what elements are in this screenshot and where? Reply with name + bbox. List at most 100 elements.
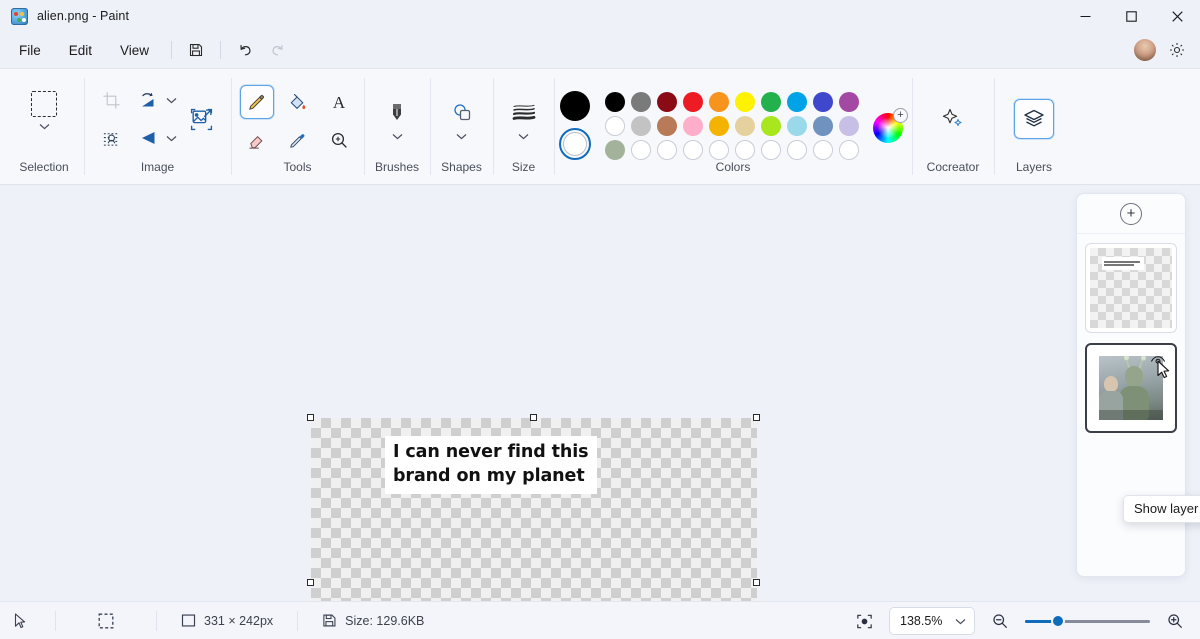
palette-swatch[interactable]: [605, 92, 625, 112]
palette-swatch[interactable]: [709, 116, 729, 136]
canvas-text-block: I can never find this brand on my planet: [385, 436, 597, 494]
palette-swatch[interactable]: [761, 92, 781, 112]
rectangular-selection-icon[interactable]: [31, 91, 57, 117]
gear-icon[interactable]: [1162, 36, 1192, 64]
crop-icon[interactable]: [95, 83, 129, 117]
palette-swatch-empty[interactable]: [761, 140, 781, 160]
rotate-dropdown[interactable]: [166, 93, 177, 107]
palette-swatch[interactable]: [735, 116, 755, 136]
layer-item-image[interactable]: [1085, 343, 1177, 433]
palette-swatch[interactable]: [631, 116, 651, 136]
resize-handle-top-left[interactable]: [307, 414, 314, 421]
palette-swatch-empty[interactable]: [735, 140, 755, 160]
palette-swatch-empty[interactable]: [813, 140, 833, 160]
palette-swatch-empty[interactable]: [709, 140, 729, 160]
brush-size-icon[interactable]: [504, 95, 544, 129]
color-wheel-button[interactable]: +: [873, 109, 907, 143]
palette-swatch[interactable]: [813, 116, 833, 136]
palette-swatch[interactable]: [787, 92, 807, 112]
resize-handle-middle-left[interactable]: [307, 579, 314, 586]
secondary-color-swatch[interactable]: [559, 128, 591, 160]
menu-file[interactable]: File: [6, 36, 54, 64]
palette-swatch[interactable]: [787, 116, 807, 136]
color-picker-icon[interactable]: [281, 123, 315, 157]
palette-swatch-empty[interactable]: [631, 140, 651, 160]
zoom-slider-thumb[interactable]: [1051, 614, 1065, 628]
palette-swatch[interactable]: [735, 92, 755, 112]
layer-item-text[interactable]: [1085, 243, 1177, 333]
palette-swatch-empty[interactable]: [657, 140, 677, 160]
fit-to-window-icon[interactable]: [849, 607, 879, 635]
ribbon-group-selection: Selection: [4, 69, 84, 184]
tools-grid: A: [237, 79, 358, 159]
flip-dropdown[interactable]: [166, 131, 177, 145]
primary-color-swatch[interactable]: [560, 91, 590, 121]
zoom-level-select[interactable]: 138.5%: [889, 607, 975, 635]
window-controls: [1062, 0, 1200, 32]
palette-swatch[interactable]: [605, 140, 625, 160]
shapes-dropdown[interactable]: [456, 129, 467, 143]
close-icon[interactable]: [1154, 0, 1200, 32]
minimize-icon[interactable]: [1062, 0, 1108, 32]
palette-swatch[interactable]: [761, 116, 781, 136]
palette-swatch-empty[interactable]: [683, 140, 703, 160]
flip-icon[interactable]: [131, 121, 165, 155]
palette-swatch[interactable]: [605, 116, 625, 136]
drawing-canvas[interactable]: I can never find this brand on my planet: [311, 418, 757, 601]
cocreator-sparkle-icon[interactable]: [933, 101, 973, 135]
menu-view[interactable]: View: [107, 36, 162, 64]
status-dimensions-cell: 331 × 242px: [157, 602, 297, 639]
maximize-icon[interactable]: [1108, 0, 1154, 32]
selection-dropdown[interactable]: [39, 119, 50, 133]
palette-swatch[interactable]: [631, 92, 651, 112]
undo-icon[interactable]: [230, 36, 260, 64]
save-icon[interactable]: [181, 36, 211, 64]
color-palette: [605, 92, 859, 160]
palette-swatch-empty[interactable]: [787, 140, 807, 160]
layers-icon[interactable]: [1014, 99, 1054, 139]
resize-handle-top-right[interactable]: [753, 414, 760, 421]
rotate-icon[interactable]: [131, 83, 165, 117]
add-layer-icon[interactable]: +: [1120, 203, 1142, 225]
resize-handle-top-center[interactable]: [530, 414, 537, 421]
zoom-in-icon[interactable]: [1160, 607, 1190, 635]
canvas-container: I can never find this brand on my planet: [311, 418, 757, 601]
pencil-icon[interactable]: [240, 85, 274, 119]
ribbon-group-layers: Layers: [994, 69, 1074, 184]
palette-swatch[interactable]: [709, 92, 729, 112]
ribbon-group-colors: + Colors: [554, 69, 912, 184]
group-label-cocreator: Cocreator: [912, 160, 994, 174]
resize-and-skew-icon[interactable]: [183, 100, 221, 138]
plus-icon: +: [893, 108, 908, 123]
palette-swatch[interactable]: [839, 116, 859, 136]
status-bar-right: 138.5%: [849, 602, 1190, 639]
palette-swatch[interactable]: [683, 92, 703, 112]
selection-tool-stack: [31, 79, 57, 133]
menu-edit[interactable]: Edit: [56, 36, 105, 64]
avatar[interactable]: [1134, 39, 1156, 61]
palette-swatch[interactable]: [813, 92, 833, 112]
palette-swatch[interactable]: [839, 92, 859, 112]
eraser-icon[interactable]: [240, 123, 274, 157]
palette-swatch[interactable]: [657, 116, 677, 136]
paint-palette-icon: [11, 8, 28, 25]
fill-with-color-icon[interactable]: [281, 85, 315, 119]
palette-swatch-empty[interactable]: [839, 140, 859, 160]
zoom-out-icon[interactable]: [985, 607, 1015, 635]
text-icon[interactable]: A: [322, 85, 356, 119]
brushes-dropdown[interactable]: [392, 129, 403, 143]
file-size-text: Size: 129.6KB: [345, 614, 424, 628]
brush-icon[interactable]: [377, 95, 417, 129]
palette-swatch[interactable]: [657, 92, 677, 112]
magnifier-icon[interactable]: [322, 123, 356, 157]
palette-swatch[interactable]: [683, 116, 703, 136]
menu-divider-2: [220, 41, 221, 59]
background-removal-icon[interactable]: [95, 121, 129, 155]
resize-handle-middle-right[interactable]: [753, 579, 760, 586]
canvas-size-icon: [181, 613, 196, 628]
zoom-slider[interactable]: [1025, 612, 1150, 630]
svg-text:A: A: [332, 93, 345, 112]
redo-icon[interactable]: [262, 36, 292, 64]
shapes-icon[interactable]: [442, 95, 482, 129]
size-dropdown[interactable]: [518, 129, 529, 143]
